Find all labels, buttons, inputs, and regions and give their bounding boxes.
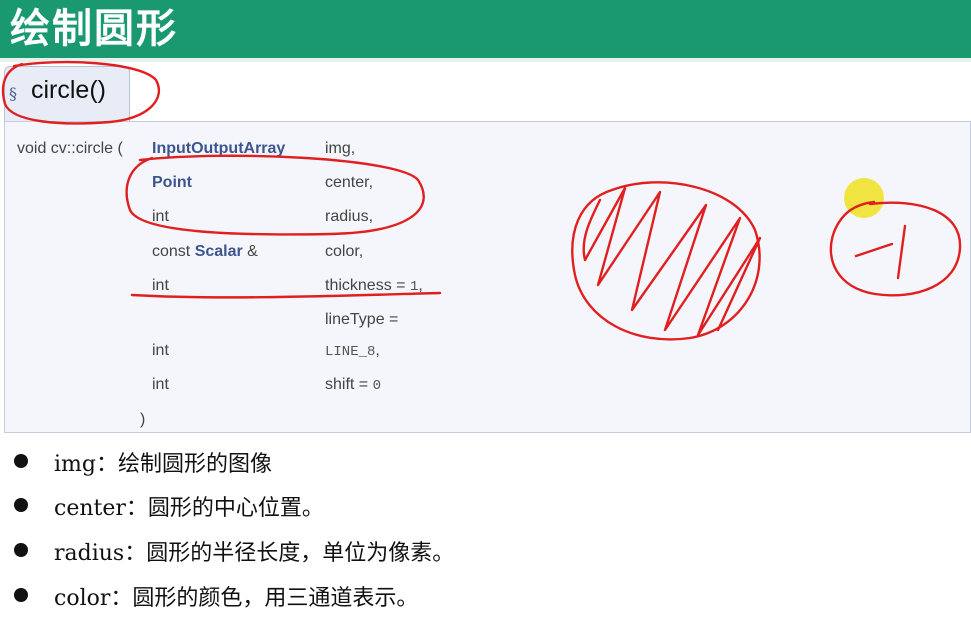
param-default: 0 bbox=[372, 378, 381, 394]
param-type-suffix: & bbox=[242, 243, 258, 260]
header-bar: 绘制圆形 bbox=[0, 0, 971, 58]
param-tail: , bbox=[418, 277, 423, 294]
param-default: LINE_8 bbox=[325, 344, 376, 360]
param-name: img, bbox=[325, 140, 356, 157]
param-name: LINE_8, bbox=[325, 341, 380, 362]
list-item-text: color：圆形的颜色，用三通道表示。 bbox=[54, 586, 419, 611]
param-type: int bbox=[152, 208, 169, 225]
param-type-link[interactable]: InputOutputArray bbox=[152, 139, 285, 159]
bullet-dot-icon bbox=[14, 454, 28, 468]
slide-title: 绘制圆形 bbox=[10, 6, 178, 52]
param-name: center, bbox=[325, 174, 374, 191]
param-name-text: shift = bbox=[325, 376, 373, 393]
param-type: int bbox=[152, 342, 169, 359]
param-type: const Scalar & bbox=[152, 242, 258, 262]
bullet-dot-icon bbox=[14, 543, 28, 557]
param-name: thickness = 1, bbox=[325, 276, 423, 297]
list-item-text: radius：圆形的半径长度，单位为像素。 bbox=[54, 541, 455, 566]
close-paren: ) bbox=[140, 411, 146, 428]
param-name-text: thickness = bbox=[325, 277, 410, 294]
signature-prefix: void cv::circle ( bbox=[17, 140, 123, 157]
function-name[interactable]: circle() bbox=[31, 76, 106, 105]
param-type-link[interactable]: Scalar bbox=[195, 243, 243, 260]
param-tail: , bbox=[375, 342, 380, 359]
param-type: int bbox=[152, 277, 169, 294]
param-type-link[interactable]: Point bbox=[152, 173, 192, 193]
signature-box bbox=[4, 121, 971, 433]
param-name: radius, bbox=[325, 208, 374, 225]
header-divider bbox=[0, 58, 971, 62]
bullet-dot-icon bbox=[14, 498, 28, 512]
param-type-prefix: const bbox=[152, 243, 195, 260]
param-name: color, bbox=[325, 243, 364, 260]
section-mark: § bbox=[9, 84, 17, 103]
bullet-dot-icon bbox=[14, 588, 28, 602]
list-item-text: center：圆形的中心位置。 bbox=[54, 496, 324, 521]
param-name: lineType = bbox=[325, 311, 399, 328]
list-item-text: img：绘制圆形的图像 bbox=[54, 452, 272, 477]
param-name: shift = 0 bbox=[325, 375, 381, 396]
param-type: int bbox=[152, 376, 169, 393]
